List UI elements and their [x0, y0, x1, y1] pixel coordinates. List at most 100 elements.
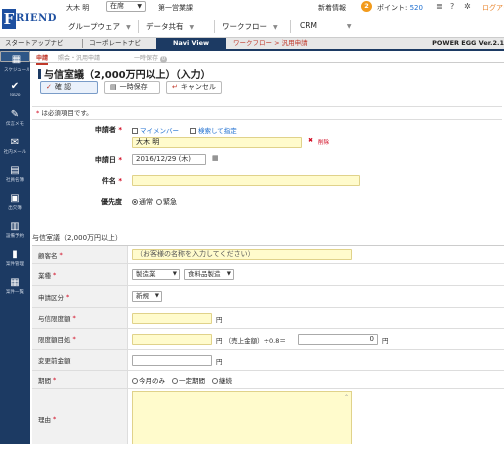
tab-navi-view[interactable]: Navi View: [156, 38, 226, 49]
sidebar-item-project[interactable]: ▮ 案件管理: [0, 247, 30, 275]
sidebar-item-schedule[interactable]: ▦ スケジュール: [0, 51, 30, 73]
period-this-month-radio[interactable]: 今月のみ: [132, 375, 165, 385]
ranking-icon[interactable]: ≣: [436, 2, 443, 11]
sidebar: ▦ スケジュール ✔ ToDo ✎ 伝言メモ ✉ 社内メール ▤ 社員名簿 ▣ …: [0, 51, 30, 469]
member-icon: [132, 128, 138, 134]
table-row: 申請区分 * 新規 ▼: [32, 286, 504, 308]
reason-label: 理由 *: [32, 389, 128, 444]
radio-unselected: [132, 378, 138, 384]
nav-workflow-label: ワークフロー: [222, 22, 267, 31]
apply-type-label: 申請区分 *: [32, 286, 128, 307]
date-field[interactable]: 2016/12/29 (木): [132, 154, 206, 165]
required-asterisk: *: [118, 177, 122, 185]
confirm-label: 確 認: [54, 83, 72, 91]
table-icon: ▦: [10, 277, 20, 288]
prev-amount-field[interactable]: [132, 355, 212, 366]
subtab-temp-save[interactable]: 一時保存 0: [134, 53, 168, 63]
priority-urgent-radio[interactable]: 緊急: [156, 197, 177, 207]
sidebar-item-attendance[interactable]: ▣ 出欠簿: [0, 191, 30, 219]
my-member-link[interactable]: マイメンバー: [132, 125, 179, 135]
sidebar-item-mail[interactable]: ✉ 社内メール: [0, 135, 30, 163]
apply-type-value: 新規: [136, 292, 149, 300]
new-info-link[interactable]: 新着情報: [318, 3, 346, 13]
sidebar-item-equipment[interactable]: ▥ 設備予約: [0, 219, 30, 247]
nav-data-share[interactable]: データ共有 ▼: [146, 21, 194, 32]
sidebar-item-label: 社内メール: [3, 150, 27, 155]
sidebar-item-todo[interactable]: ✔ ToDo: [0, 79, 30, 107]
user-name[interactable]: 大木 明: [66, 3, 89, 13]
presence-status-select[interactable]: 在席 ▼: [106, 1, 146, 12]
subject-field[interactable]: [132, 175, 360, 186]
industry-select[interactable]: 製造業 ▼: [132, 269, 180, 280]
priority-label: 優先度: [101, 198, 122, 206]
save-icon: ▤: [110, 83, 117, 91]
period-continuous-radio[interactable]: 継続: [212, 375, 232, 385]
priority-urgent-label: 緊急: [163, 198, 177, 206]
limit-guide-label-text: 限度額目処: [38, 336, 71, 344]
section-title: 与信室議（2,000万円以上）: [32, 234, 123, 242]
radio-unselected: [156, 199, 162, 205]
sales-amount-field[interactable]: [132, 334, 212, 345]
tab-divider: [82, 39, 83, 48]
chevron-down-icon: ▼: [137, 3, 142, 10]
tab-corporate-navi[interactable]: コーポレートナビ: [84, 38, 146, 49]
yen-unit: 円: [216, 358, 223, 366]
industry-sub-select[interactable]: 食料品製造 ▼: [184, 269, 234, 280]
mail-icon: ✉: [10, 137, 20, 148]
calendar-icon[interactable]: ▦: [212, 154, 219, 162]
nav-groupware[interactable]: グループウェア ▼: [68, 21, 131, 32]
chevron-down-icon: ▼: [154, 293, 159, 299]
sidebar-item-project-list[interactable]: ▦ 案件一覧: [0, 275, 30, 303]
applicant-label: 申請者 *: [70, 125, 122, 135]
subtab-apply[interactable]: 申請: [36, 53, 49, 65]
new-info-count-badge[interactable]: 2: [361, 1, 372, 12]
search-specify-link[interactable]: 検索して指定: [190, 125, 237, 135]
logout-link[interactable]: ログアウト: [482, 3, 504, 13]
sidebar-item-memo[interactable]: ✎ 伝言メモ: [0, 107, 30, 135]
credit-limit-field[interactable]: [132, 313, 212, 324]
delete-link[interactable]: 削除: [318, 138, 329, 146]
friend-logo[interactable]: F RIEND: [2, 9, 56, 31]
radio-unselected: [212, 378, 218, 384]
subject-label: 件名 *: [70, 176, 122, 186]
subtab-inquiry[interactable]: 照会・汎用申請: [58, 53, 100, 62]
required-asterisk: *: [53, 375, 57, 384]
sidebar-item-label: 社員名簿: [6, 178, 24, 183]
gear-icon[interactable]: ✲: [464, 2, 471, 11]
help-icon[interactable]: ?: [450, 2, 454, 11]
sub-tabs: 申請 照会・汎用申請 一時保存 0: [30, 51, 504, 65]
applicant-field[interactable]: 大木 明: [132, 137, 302, 148]
priority-normal-radio[interactable]: 通常: [132, 197, 153, 207]
tab-startup-navi[interactable]: スタートアップナビ: [0, 38, 69, 49]
sidebar-item-label: 案件管理: [6, 262, 24, 267]
delete-icon[interactable]: ✖: [308, 137, 313, 144]
scroll-up-icon[interactable]: ⌃: [344, 394, 349, 401]
chevron-down-icon: ▼: [172, 271, 177, 277]
nav-crm[interactable]: CRM ▼: [300, 21, 352, 30]
industry-label: 業種 *: [32, 264, 128, 285]
prev-amount-label-text: 変更前金額: [38, 357, 71, 365]
period-opt1-label: 今月のみ: [139, 377, 165, 385]
points-display[interactable]: ポイント: 520: [377, 3, 423, 13]
tab-workflow-general-request[interactable]: ワークフロー > 汎用申請: [228, 38, 313, 49]
temp-save-button[interactable]: ▤ 一時保存: [104, 81, 160, 94]
confirm-button[interactable]: ✓ 確 認: [40, 81, 98, 94]
logo-text: RIEND: [16, 13, 57, 24]
table-row: 顧客名 * （お客様の名称を入力してください）: [32, 246, 504, 264]
page-title: 与信室議（2,000万円以上）（入力）: [38, 66, 211, 81]
industry-label-text: 業種: [38, 271, 51, 280]
reason-textarea[interactable]: ⌃: [132, 391, 352, 444]
nav-workflow[interactable]: ワークフロー ▼: [222, 21, 278, 32]
chevron-down-icon: ▼: [273, 24, 278, 31]
sidebar-item-address-book[interactable]: ▤ 社員名簿: [0, 163, 30, 191]
period-fixed-radio[interactable]: 一定期間: [172, 375, 205, 385]
chevron-down-icon: ▼: [346, 23, 352, 30]
customer-name-field[interactable]: （お客様の名称を入力してください）: [132, 249, 352, 260]
required-asterisk: *: [53, 414, 57, 423]
logo-letter: F: [2, 9, 16, 29]
cancel-button[interactable]: ↵ キャンセル: [166, 81, 222, 94]
apply-type-label-text: 申請区分: [38, 293, 64, 302]
sidebar-item-label: 伝言メモ: [6, 122, 24, 127]
apply-type-select[interactable]: 新規 ▼: [132, 291, 162, 302]
required-asterisk: *: [72, 335, 76, 343]
